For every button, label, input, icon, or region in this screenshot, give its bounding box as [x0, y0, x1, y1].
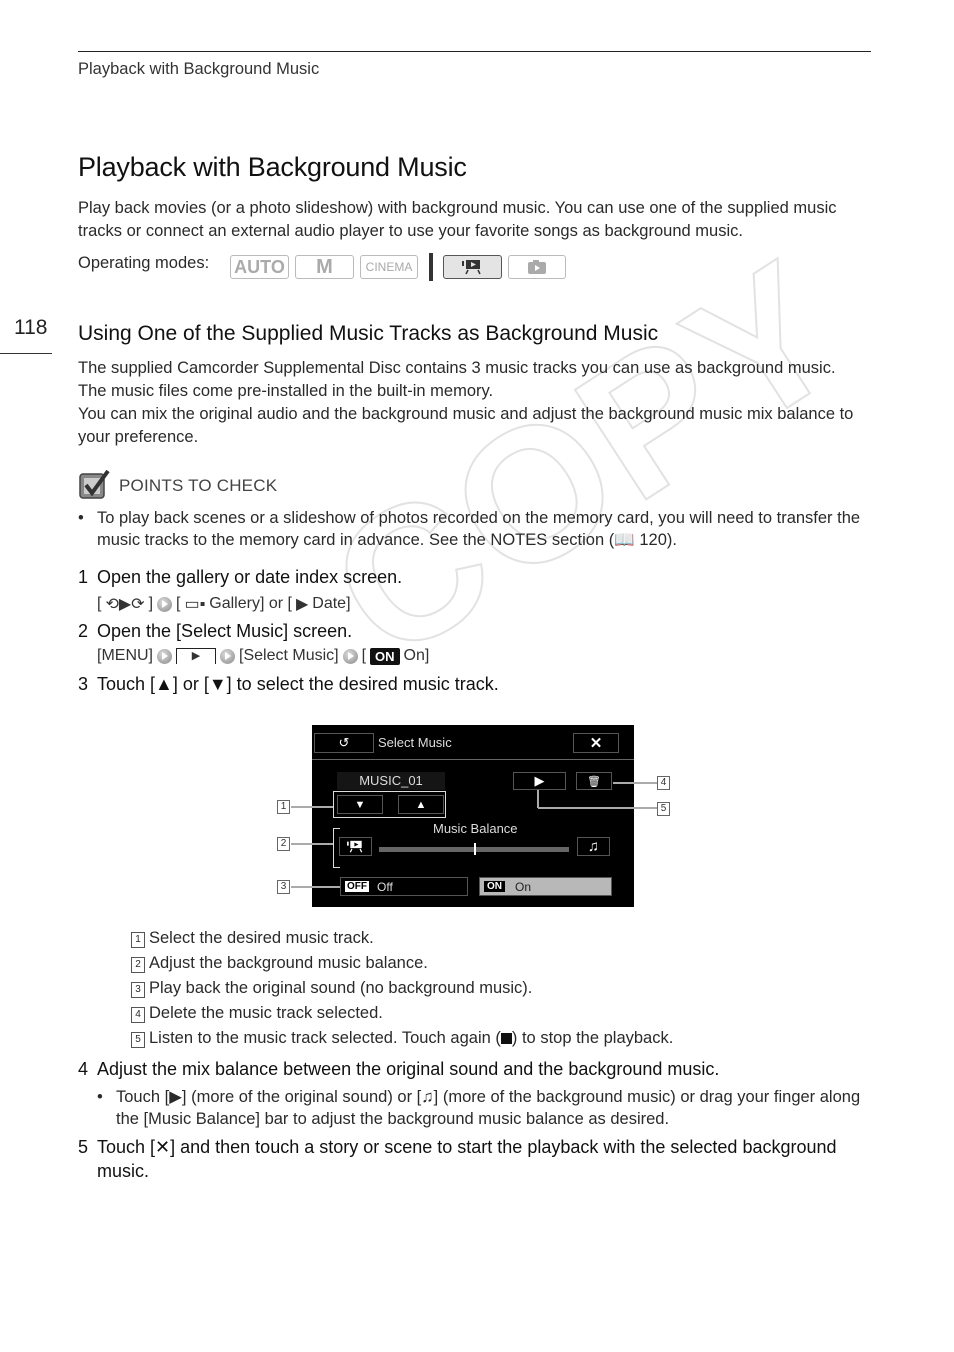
legend-item-2: 2 Adjust the background music balance.: [131, 951, 673, 976]
on-badge: ON: [484, 881, 505, 892]
photo-playback-icon: [528, 260, 546, 274]
music-balance-label: Music Balance: [433, 821, 518, 836]
balance-thumb[interactable]: [474, 843, 476, 855]
movie-icon: ▶: [169, 1088, 182, 1106]
on-button[interactable]: ON On: [479, 877, 612, 896]
on-badge: ON: [370, 647, 400, 665]
next-track-button[interactable]: ▲: [398, 795, 444, 814]
off-button[interactable]: OFF Off: [340, 877, 468, 896]
previous-track-button[interactable]: ▼: [337, 795, 383, 814]
callout-2: 2: [277, 837, 290, 851]
intro-paragraph: Play back movies (or a photo slideshow) …: [78, 199, 837, 240]
background-music-button[interactable]: ♫: [577, 837, 610, 856]
next-arrow-icon: [157, 648, 172, 664]
playback-mode-icon: ⟲▶⟳: [105, 596, 145, 613]
callout-line-5: [538, 807, 657, 809]
page-number-rule: [0, 353, 52, 354]
callout-4: 4: [657, 776, 670, 790]
running-head: Playback with Background Music: [78, 60, 320, 78]
mode-photo-playback: [508, 255, 566, 279]
callout-3: 3: [277, 880, 290, 894]
next-arrow-icon: [220, 648, 235, 664]
section-para-1: The supplied Camcorder Supplemental Disc…: [78, 359, 836, 400]
points-to-check-label: POINTS TO CHECK: [119, 476, 278, 495]
original-sound-button[interactable]: [339, 837, 372, 856]
points-to-check-bullet: • To play back scenes or a slideshow of …: [78, 509, 861, 549]
stop-icon: [500, 1033, 512, 1044]
checkmark-icon: [79, 469, 110, 499]
step-2-path: [MENU] ▶ [Select Music] [ON On]: [97, 647, 430, 665]
legend-item-5: 5 Listen to the music track selected. Tou…: [131, 1026, 673, 1051]
back-button[interactable]: ↺: [314, 733, 374, 753]
book-icon: 📖: [614, 531, 635, 549]
next-arrow-icon: [157, 596, 173, 612]
track-name: MUSIC_01: [337, 772, 445, 790]
section-title: Using One of the Supplied Music Tracks a…: [78, 322, 659, 345]
music-balance-slider[interactable]: [379, 843, 569, 855]
legend-item-4: 4 Delete the music track selected.: [131, 1001, 673, 1026]
movie-icon: [346, 840, 362, 853]
callout-line-2: [291, 843, 333, 845]
step-4: 4 Adjust the mix balance between the orig…: [78, 1059, 720, 1079]
movie-menu-tab-icon: ▶: [176, 648, 216, 664]
step-1: 1 Open the gallery or date index screen.: [78, 567, 403, 587]
section-para-2: You can mix the original audio and the b…: [78, 405, 854, 446]
callout-line-1: [291, 806, 333, 808]
mode-separator: [429, 253, 433, 281]
play-button[interactable]: ▶: [513, 772, 566, 790]
gallery-icon: ▭▪: [184, 596, 206, 613]
next-arrow-icon: [342, 648, 358, 664]
close-button[interactable]: ✕: [573, 733, 619, 753]
page-number: 118: [14, 316, 48, 339]
legend-item-3: 3 Play back the original sound (no backgr…: [131, 976, 673, 1001]
off-badge: OFF: [345, 881, 369, 892]
callout-legend: 1 Select the desired music track. 2 Adjust…: [131, 926, 673, 1051]
callout-line-5-vertical: [537, 790, 539, 808]
movie-icon: ▶: [295, 596, 309, 613]
mode-movie-playback: [443, 255, 502, 279]
section-body: The supplied Camcorder Supplemental Disc…: [78, 357, 868, 449]
callout-line-3: [291, 886, 340, 888]
callout-line-4: [613, 782, 657, 784]
mode-manual: M: [295, 255, 354, 279]
legend-item-1: 1 Select the desired music track.: [131, 926, 673, 951]
callout-1: 1: [277, 800, 290, 814]
step-2: 2 Open the [Select Music] screen.: [78, 621, 353, 641]
callout-5: 5: [657, 802, 670, 816]
step-5: 5 Touch [✕] and then touch a story or sce…: [78, 1137, 837, 1181]
screen-divider: [312, 759, 634, 760]
step-4-bullet: • Touch [▶] (more of the original sound)…: [97, 1088, 861, 1128]
mode-cinema: CINEMA: [360, 255, 418, 279]
top-rule: [78, 51, 871, 52]
operating-modes-label: Operating modes:: [78, 254, 210, 272]
step-3: 3 Touch [▲] or [▼] to select the desired …: [78, 674, 499, 694]
copy-watermark: COPY: [296, 220, 878, 702]
page-title: Playback with Background Music: [78, 152, 467, 182]
mode-auto: AUTO: [230, 255, 289, 279]
select-music-screen: ↺ Select Music ✕ MUSIC_01 ▶ 🗑 ▼ ▲ Music …: [312, 725, 634, 907]
screen-title: Select Music: [378, 735, 452, 750]
music-note-icon: ♫: [421, 1088, 434, 1106]
movie-playback-icon: [461, 260, 481, 275]
delete-button[interactable]: 🗑: [576, 772, 612, 790]
step-1-path: [⟲▶⟳] [▭▪ Gallery] or [▶ Date]: [97, 595, 351, 613]
